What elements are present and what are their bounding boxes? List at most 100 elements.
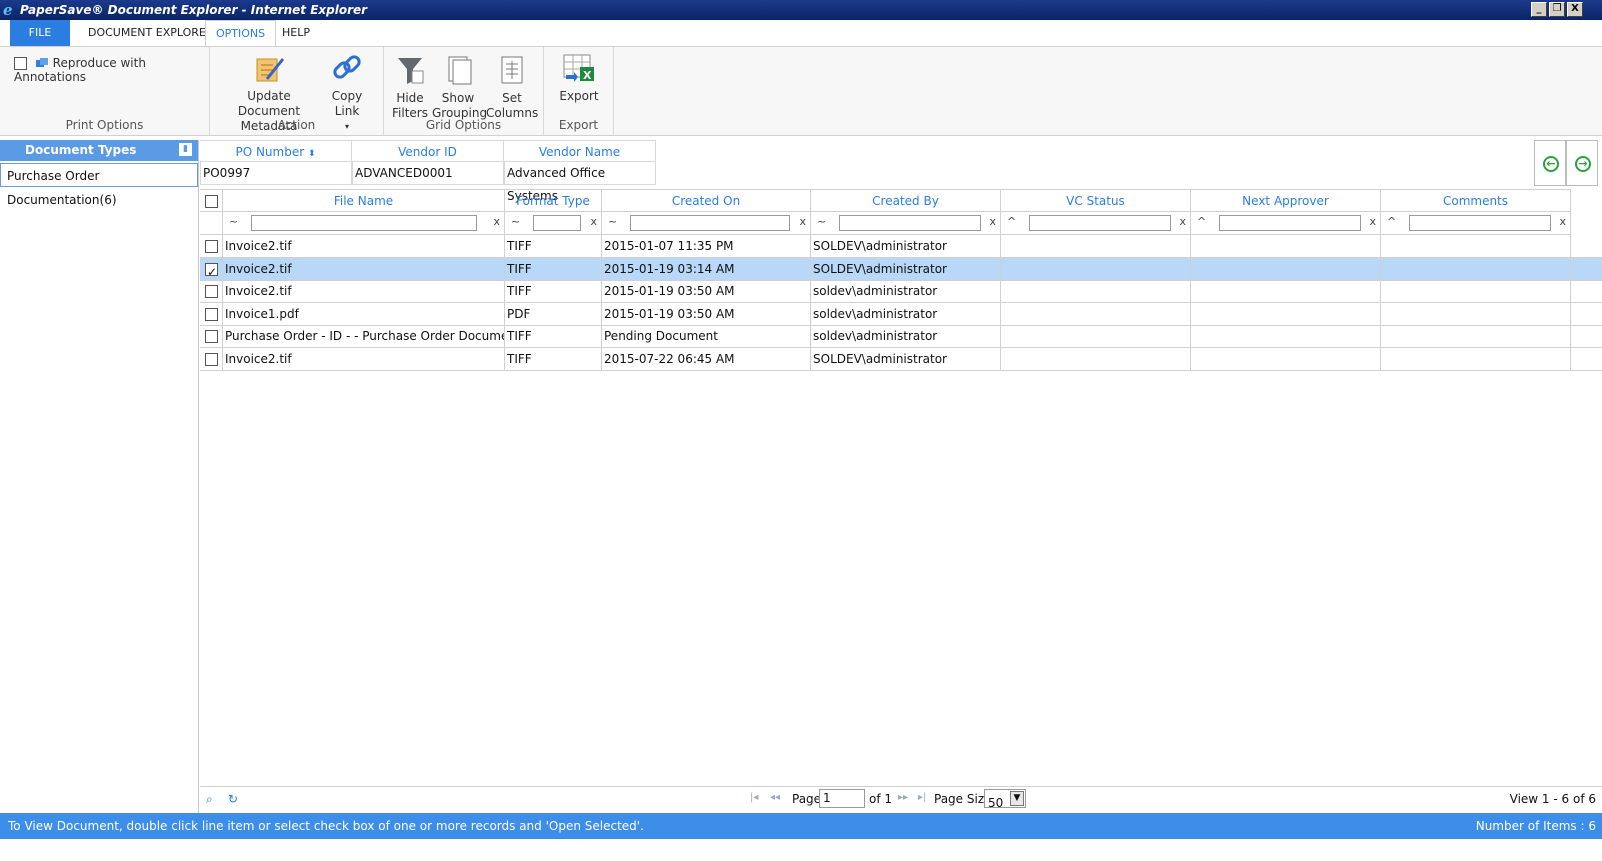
row-select-cell [200, 325, 223, 347]
column-comments[interactable]: Comments [1381, 189, 1571, 212]
copy-link-label-1: Copy [331, 89, 363, 103]
select-all-checkbox[interactable] [204, 195, 218, 208]
page-size-select[interactable]: 50 ▼ [984, 789, 1026, 810]
reproduce-annotations-checkbox[interactable] [14, 57, 27, 70]
tab-file[interactable]: FILE [10, 20, 70, 46]
previous-page-button[interactable]: ◂◂ [770, 792, 780, 803]
cell-comments [1381, 280, 1571, 302]
row-checkbox[interactable] [205, 285, 218, 298]
document-type-item[interactable]: Purchase Order Documentation(6) [0, 163, 198, 207]
tab-options[interactable]: OPTIONS [205, 20, 277, 47]
filter-clear-button[interactable]: x [989, 215, 996, 228]
filter-clear-button[interactable]: x [590, 215, 597, 228]
filter-clear-button[interactable]: x [493, 215, 500, 228]
filter-operator[interactable]: ^ [1197, 215, 1206, 228]
column-format-type[interactable]: Format Type [505, 189, 602, 212]
filter-operator[interactable]: ~ [511, 215, 520, 228]
filter-clear-button[interactable]: x [1369, 215, 1376, 228]
cell-created-by: soldev\administrator [811, 280, 1001, 302]
filter-file-name: ~ x [223, 212, 505, 235]
filter-operator[interactable]: ~ [817, 215, 826, 228]
refresh-icon[interactable]: ↻ [228, 792, 238, 806]
filter-operator[interactable]: ^ [1007, 215, 1016, 228]
cell-comments [1381, 347, 1571, 370]
restore-button[interactable]: ❐ [1549, 2, 1565, 17]
close-button[interactable]: X [1567, 2, 1583, 17]
cell-comments [1381, 325, 1571, 347]
grid-options-group-label: Grid Options [425, 118, 502, 132]
chevron-down-icon: ▼ [1010, 791, 1024, 806]
tab-help[interactable]: HELP [272, 20, 320, 46]
sort-icon: ⬍ [307, 149, 316, 159]
po-number-header[interactable]: PO Number ⬍ [200, 140, 352, 162]
vendor-id-header[interactable]: Vendor ID [352, 140, 504, 162]
cell-next-approver [1191, 280, 1381, 302]
cell-vc-status [1001, 280, 1191, 302]
cell-vc-status [1001, 235, 1191, 257]
column-created-by[interactable]: Created By [811, 189, 1001, 212]
pager: ⌕ ↻ |◂ ◂◂ Page 1 of 1 ▸▸ ▸| Page Size 50… [200, 786, 1602, 810]
table-row[interactable]: Invoice1.pdf PDF 2015-01-19 03:50 AM soldev… [200, 302, 1602, 326]
reproduce-annotations-label: Reproduce with Annotations [14, 56, 146, 84]
filter-operator[interactable]: ~ [608, 215, 617, 228]
filter-operator[interactable]: ~ [229, 215, 238, 228]
cell-file-name: Invoice2.tif [223, 235, 505, 257]
filter-created-on-input[interactable] [630, 215, 790, 231]
first-page-button[interactable]: |◂ [750, 792, 758, 803]
filter-clear-button[interactable]: x [799, 215, 806, 228]
cell-vc-status [1001, 302, 1191, 325]
filter-comments-input[interactable] [1409, 215, 1551, 231]
column-vc-status[interactable]: VC Status [1001, 189, 1191, 212]
next-page-button[interactable]: ▸▸ [898, 792, 908, 803]
row-checkbox[interactable] [205, 352, 218, 366]
table-row[interactable]: Invoice2.tif TIFF 2015-01-07 11:35 PM SOLDE… [200, 235, 1602, 258]
search-icon[interactable]: ⌕ [206, 792, 213, 807]
next-record-button[interactable]: → [1566, 140, 1598, 186]
cell-file-name: Invoice2.tif [223, 257, 505, 280]
hide-filters-button[interactable]: Hide Filters [392, 55, 428, 121]
filter-clear-button[interactable]: x [1179, 215, 1186, 228]
row-checkbox[interactable] [205, 330, 218, 343]
cell-next-approver [1191, 325, 1381, 347]
filter-next-approver: ^ x [1191, 212, 1381, 235]
edit-document-icon [220, 55, 318, 87]
page-count-label: of 1 [869, 792, 893, 806]
row-checkbox[interactable] [205, 261, 218, 280]
column-next-approver[interactable]: Next Approver [1191, 189, 1381, 212]
filter-operator[interactable]: ^ [1387, 215, 1396, 228]
action-group-label: Action [277, 118, 316, 132]
table-row[interactable]: Invoice2.tif TIFF 2015-07-22 06:45 AM SOLDE… [200, 347, 1602, 371]
show-grouping-button[interactable]: Show Grouping [432, 55, 487, 121]
ie-logo-icon: e [3, 1, 13, 19]
filter-format-type-input[interactable] [533, 215, 581, 231]
export-group-label: Export [558, 118, 599, 132]
last-page-button[interactable]: ▸| [918, 792, 926, 803]
export-button[interactable]: X Export [554, 53, 604, 104]
row-checkbox[interactable] [205, 240, 218, 253]
column-created-on[interactable]: Created On [602, 189, 811, 212]
vendor-name-header[interactable]: Vendor Name [504, 140, 656, 162]
page-number-input[interactable]: 1 [819, 789, 865, 808]
previous-record-button[interactable]: ← [1534, 140, 1566, 186]
row-checkbox[interactable] [205, 307, 218, 321]
filter-next-approver-input[interactable] [1219, 215, 1361, 231]
set-columns-button[interactable]: Set Columns [486, 55, 538, 121]
row-select-cell [200, 235, 223, 257]
table-row[interactable]: Purchase Order - ID - - Purchase Order D… [200, 325, 1602, 348]
link-icon [322, 53, 372, 87]
filter-clear-button[interactable]: x [1559, 215, 1566, 228]
reproduce-annotations-option[interactable]: Reproduce with Annotations [14, 56, 209, 84]
tab-document-explorer[interactable]: DOCUMENT EXPLORER [78, 20, 224, 46]
minimize-button[interactable]: _ [1531, 2, 1547, 17]
main-area: PO Number ⬍ Vendor ID Vendor Name PO0997… [200, 140, 1602, 828]
cell-file-name: Invoice2.tif [223, 280, 505, 302]
table-row[interactable]: Invoice2.tifTIFF2015-01-19 03:14 AMSOLDE… [200, 257, 1602, 281]
pin-icon[interactable]: ▮ [179, 143, 192, 156]
column-file-name[interactable]: File Name [223, 189, 505, 212]
table-row[interactable]: Invoice2.tif TIFF 2015-01-19 03:50 AM solde… [200, 280, 1602, 303]
filter-created-by-input[interactable] [839, 215, 981, 231]
print-options-group: Reproduce with Annotations Print Options [0, 47, 210, 135]
filter-file-name-input[interactable] [251, 215, 477, 231]
cell-next-approver [1191, 257, 1381, 280]
filter-vc-status-input[interactable] [1029, 215, 1171, 231]
